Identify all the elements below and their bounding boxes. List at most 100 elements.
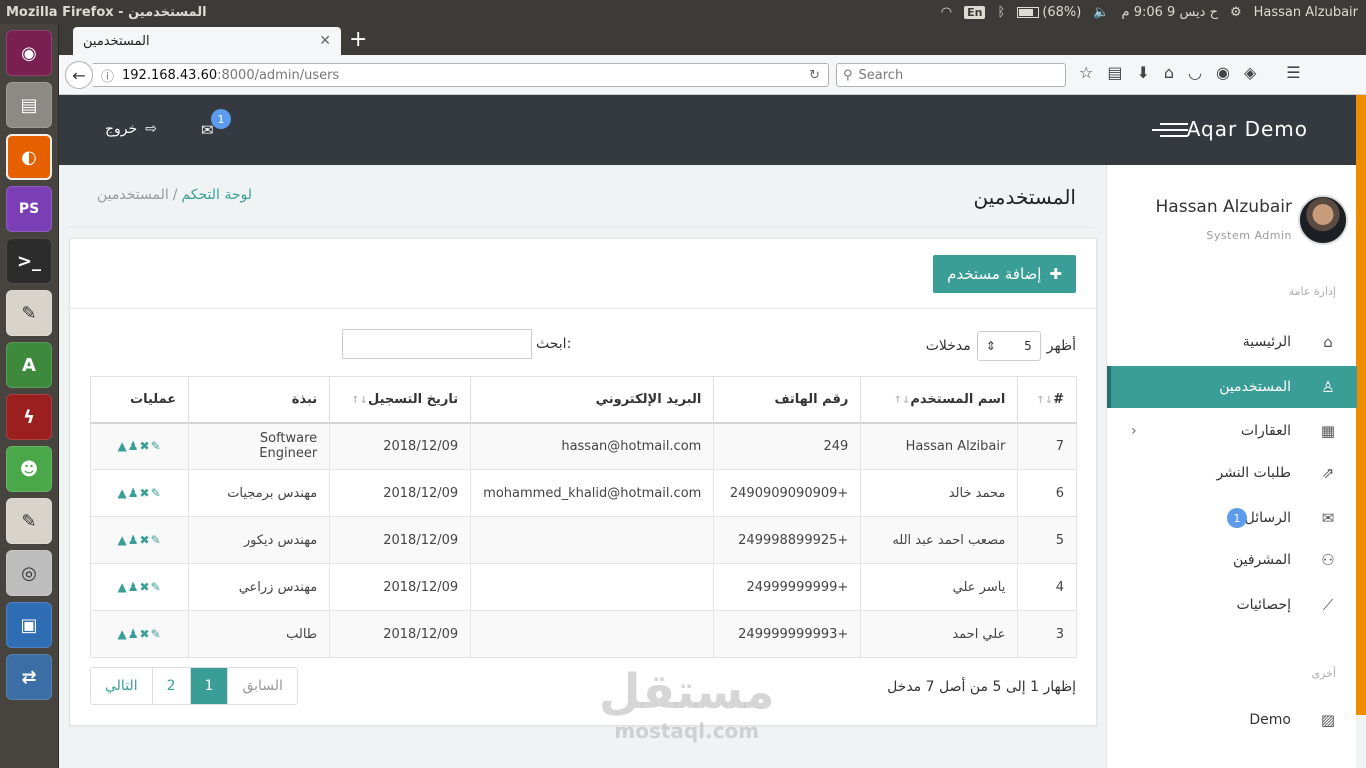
page-length-select[interactable]: ⇕ 5 bbox=[976, 331, 1041, 361]
pocket-icon[interactable]: ◡ bbox=[1188, 63, 1202, 82]
lock-icon[interactable]: ▲ bbox=[118, 627, 128, 641]
section-general: إدارة عامة bbox=[1288, 285, 1336, 298]
image-icon: ▨ bbox=[1320, 711, 1336, 729]
edit-icon[interactable]: ✎ bbox=[151, 486, 162, 500]
edit-icon[interactable]: ✎ bbox=[151, 439, 162, 453]
delete-icon[interactable]: ✖ bbox=[140, 627, 151, 641]
terminal-icon[interactable]: >_ bbox=[6, 238, 52, 284]
settings-gear-icon[interactable]: ⚙ bbox=[1230, 5, 1242, 20]
virtualbox-icon[interactable]: ▣ bbox=[6, 602, 52, 648]
col-email[interactable]: البريد الإلكتروني bbox=[470, 376, 715, 424]
camera-icon[interactable]: ◎ bbox=[6, 550, 52, 596]
system-tray: ◠ En ᛒ (68%) 🔈 ح ديس 9 9:06 م ⚙ Hassan A… bbox=[941, 0, 1358, 24]
user-icon[interactable]: ♟ bbox=[128, 580, 140, 594]
delete-icon[interactable]: ✖ bbox=[140, 439, 151, 453]
user-icon[interactable]: ♟ bbox=[128, 627, 140, 641]
logout-button[interactable]: خروج ⇨ bbox=[105, 121, 157, 137]
sidebar-item-supervisors[interactable]: المشرفين ⚇ bbox=[1107, 539, 1357, 581]
table-search-input[interactable] bbox=[342, 329, 532, 359]
url-bar[interactable]: ⓘ 192.168.43.60 :8000/admin/users ↻ bbox=[93, 63, 829, 87]
delete-icon[interactable]: ✖ bbox=[140, 486, 151, 500]
lock-icon[interactable]: ▲ bbox=[118, 486, 128, 500]
col-index[interactable]: #↓↑ bbox=[1017, 376, 1077, 424]
back-icon[interactable]: ← bbox=[65, 61, 93, 89]
remote-desktop-icon[interactable]: ⇄ bbox=[6, 654, 52, 700]
user-icon[interactable]: ♟ bbox=[128, 439, 140, 453]
table-header-row: #↓↑ اسم المستخدم↓↑ رقم الهاتف البريد الإ… bbox=[89, 376, 1077, 424]
new-tab-icon[interactable]: + bbox=[349, 28, 367, 52]
col-register-date[interactable]: تاريخ التسجيل↓↑ bbox=[329, 376, 472, 424]
home-icon[interactable]: ⌂ bbox=[1164, 63, 1174, 82]
phpstorm-icon[interactable]: PS bbox=[6, 186, 52, 232]
bookmark-star-icon[interactable]: ☆ bbox=[1079, 63, 1093, 82]
clock[interactable]: ح ديس 9 9:06 م bbox=[1122, 5, 1218, 20]
reload-icon[interactable]: ↻ bbox=[809, 68, 820, 83]
sidebar-item-properties[interactable]: › العقارات ▦ bbox=[1107, 410, 1357, 452]
table-row: 6 محمد خالد +2490909090909 mohammed_khalid@… bbox=[89, 469, 1077, 517]
sidebar-item-home[interactable]: الرئيسية ⌂ bbox=[1107, 321, 1357, 363]
download-icon[interactable]: ⬇ bbox=[1136, 63, 1149, 82]
table-row: 5 مصعب احمد عبد الله +249998899925 2018/12/… bbox=[89, 516, 1077, 564]
page-1-button[interactable]: 1 bbox=[189, 668, 228, 704]
table-info: إظهار 1 إلى 5 من أصل 7 مدخل bbox=[887, 679, 1076, 695]
profile-name: Hassan Alzubair bbox=[1155, 197, 1292, 217]
brand-logo[interactable]: Aqar Demo bbox=[1187, 117, 1308, 141]
sidebar-item-users[interactable]: المستخدمين ♙ bbox=[1107, 366, 1357, 408]
game-icon[interactable]: ☻ bbox=[6, 446, 52, 492]
col-bio[interactable]: نبذة bbox=[188, 376, 331, 424]
extension-icon-2[interactable]: ◈ bbox=[1244, 63, 1256, 82]
users-table: #↓↑ اسم المستخدم↓↑ رقم الهاتف البريد الإ… bbox=[89, 376, 1077, 658]
sidebar-toggle-icon[interactable] bbox=[1152, 123, 1188, 139]
reading-list-icon[interactable]: ▤ bbox=[1107, 63, 1122, 82]
browser-search-input[interactable]: ⚲ Search bbox=[836, 63, 1066, 87]
lock-icon[interactable]: ▲ bbox=[118, 580, 128, 594]
edit-icon[interactable]: ✎ bbox=[151, 533, 162, 547]
avatar bbox=[1298, 195, 1348, 245]
sidebar-item-statistics[interactable]: إحصائيات ⟋ bbox=[1107, 584, 1357, 626]
close-tab-icon[interactable]: ✕ bbox=[319, 33, 331, 49]
ubuntu-dash-icon[interactable]: ◉ bbox=[6, 30, 52, 76]
battery-indicator[interactable]: (68%) bbox=[1017, 5, 1081, 20]
table-row: 7 Hassan Alzibair 249 hassan@hotmail.com 201… bbox=[89, 422, 1077, 470]
breadcrumb-home-link[interactable]: لوحة التحكم bbox=[181, 187, 252, 203]
android-studio-icon[interactable]: A bbox=[6, 342, 52, 388]
breadcrumb: المستخدمين / لوحة التحكم bbox=[97, 187, 252, 203]
plus-icon: ✚ bbox=[1049, 265, 1062, 283]
browser-tab[interactable]: المستخدمين ✕ bbox=[73, 27, 341, 55]
page-2-button[interactable]: 2 bbox=[151, 668, 190, 704]
delete-icon[interactable]: ✖ bbox=[140, 533, 151, 547]
volume-icon[interactable]: 🔈 bbox=[1093, 5, 1109, 20]
breadcrumb-current: المستخدمين bbox=[97, 187, 169, 203]
keyboard-layout[interactable]: En bbox=[964, 5, 986, 19]
page-scrollbar[interactable] bbox=[1356, 95, 1366, 715]
messages-button[interactable]: ✉ 1 bbox=[201, 109, 231, 139]
info-icon[interactable]: ⓘ bbox=[101, 66, 114, 85]
edit-icon[interactable]: ✎ bbox=[151, 627, 162, 641]
filezilla-icon[interactable]: ϟ bbox=[6, 394, 52, 440]
sidebar-item-publish-requests[interactable]: طلبات النشر ⇗ bbox=[1107, 452, 1357, 494]
sidebar-item-messages[interactable]: 1 الرسائل ✉ bbox=[1107, 497, 1357, 539]
prev-page-button[interactable]: السابق bbox=[227, 668, 297, 704]
next-page-button[interactable]: التالي bbox=[91, 668, 152, 704]
col-phone[interactable]: رقم الهاتف bbox=[713, 376, 862, 424]
menu-icon[interactable]: ☰ bbox=[1286, 63, 1300, 82]
user-name[interactable]: Hassan Alzubair bbox=[1254, 5, 1358, 20]
delete-icon[interactable]: ✖ bbox=[140, 580, 151, 594]
extension-icon[interactable]: ◉ bbox=[1216, 63, 1230, 82]
editor-icon[interactable]: ✎ bbox=[6, 498, 52, 544]
add-user-button[interactable]: إضافة مستخدم ✚ bbox=[933, 255, 1076, 293]
files-icon[interactable]: ▤ bbox=[6, 82, 52, 128]
user-icon[interactable]: ♟ bbox=[128, 486, 140, 500]
lock-icon[interactable]: ▲ bbox=[118, 439, 128, 453]
sidebar-item-demo[interactable]: Demo ▨ bbox=[1107, 699, 1357, 741]
edit-icon[interactable]: ✎ bbox=[151, 580, 162, 594]
browser-navbar: ← ⓘ 192.168.43.60 :8000/admin/users ↻ ⚲ … bbox=[59, 55, 1366, 95]
text-editor-icon[interactable]: ✎ bbox=[6, 290, 52, 336]
lock-icon[interactable]: ▲ bbox=[118, 533, 128, 547]
watermark: مستقل mostaql.com bbox=[599, 664, 775, 743]
firefox-icon[interactable]: ◐ bbox=[6, 134, 52, 180]
col-username[interactable]: اسم المستخدم↓↑ bbox=[860, 376, 1019, 424]
bluetooth-icon[interactable]: ᛒ bbox=[997, 5, 1005, 20]
user-icon[interactable]: ♟ bbox=[128, 533, 140, 547]
wifi-icon[interactable]: ◠ bbox=[941, 5, 952, 20]
